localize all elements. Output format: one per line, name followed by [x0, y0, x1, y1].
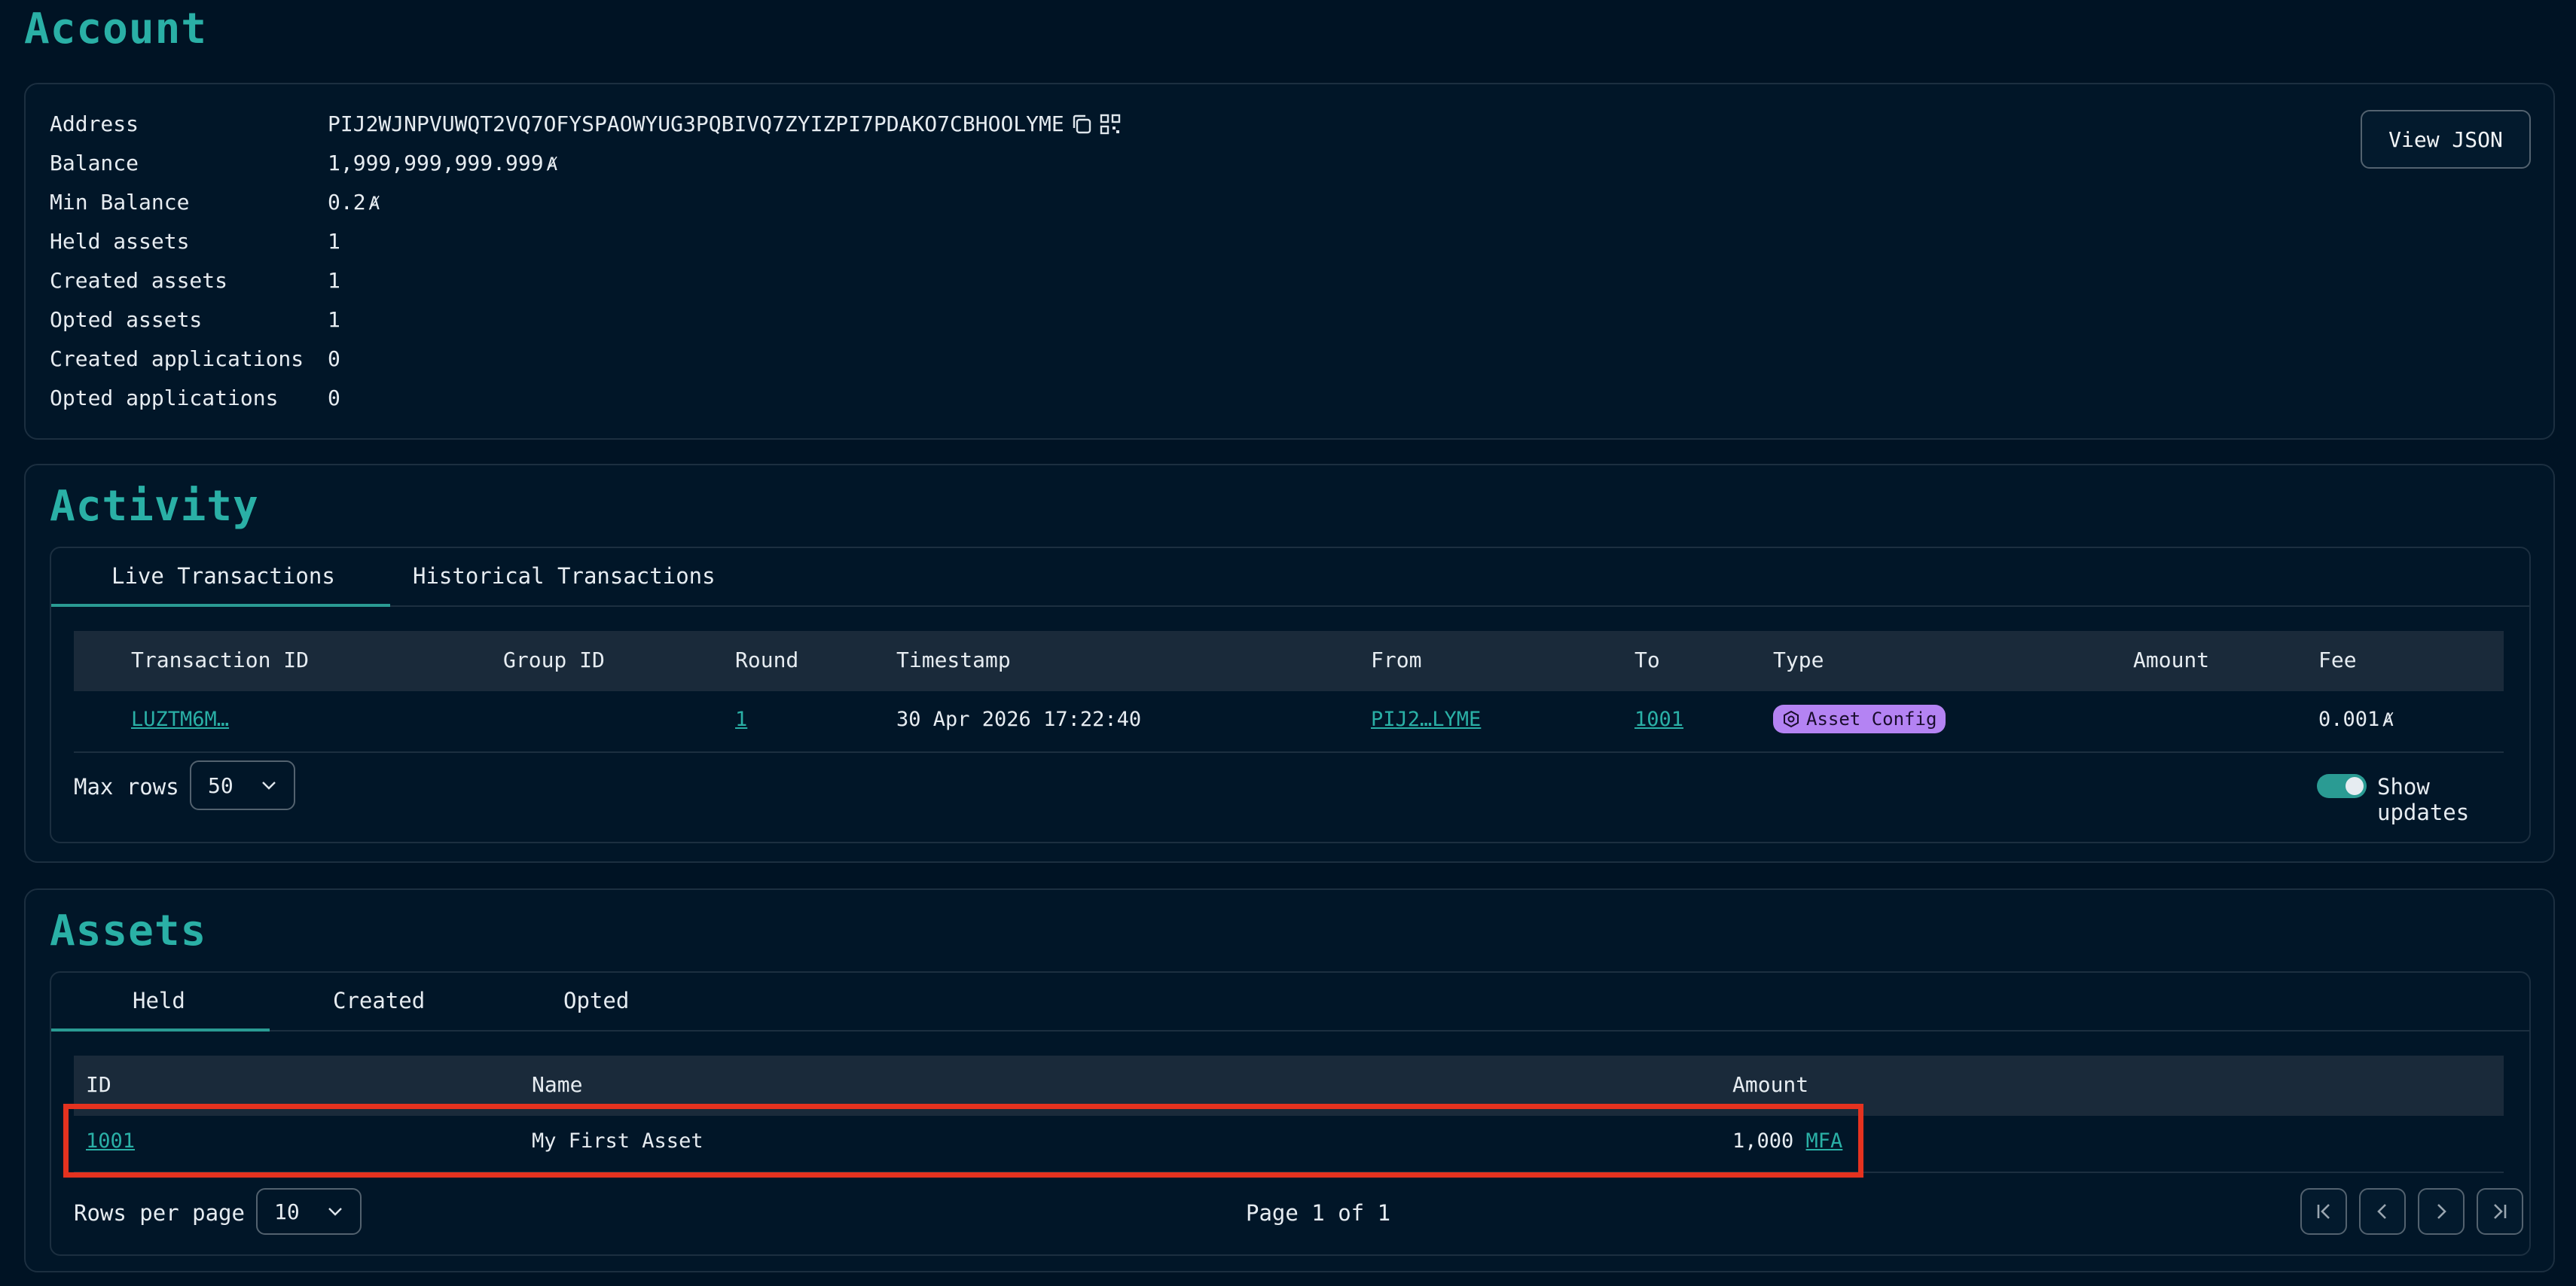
col-from: From [1371, 648, 1422, 672]
label-opted-assets: Opted assets [50, 307, 203, 332]
opted-applications-value: 0 [328, 385, 340, 410]
balance-value: 1,999,999,999.999 Ⱥ [328, 151, 558, 175]
created-assets-value: 1 [328, 268, 340, 293]
chevron-right-icon [2431, 1201, 2452, 1222]
transactions-table-header: Transaction ID Group ID Round Timestamp … [74, 631, 2504, 691]
assets-card: Assets Held Created Opted ID Name Amount… [24, 888, 2555, 1272]
first-page-icon [2313, 1201, 2334, 1222]
opted-assets-value: 1 [328, 307, 340, 332]
last-page-button[interactable] [2477, 1188, 2523, 1235]
col-group-id: Group ID [503, 648, 605, 672]
tab-live-transactions[interactable]: Live Transactions [111, 563, 335, 589]
label-opted-applications: Opted applications [50, 385, 279, 410]
active-tab-indicator [51, 1028, 270, 1032]
col-type: Type [1773, 648, 1824, 672]
algo-symbol: Ⱥ [368, 193, 380, 214]
copy-icon[interactable] [1070, 113, 1093, 136]
col-timestamp: Timestamp [896, 648, 1011, 672]
tab-opted[interactable]: Opted [563, 988, 629, 1013]
col-transaction-id: Transaction ID [131, 648, 310, 672]
fee-cell: 0.001 Ⱥ [2318, 708, 2394, 731]
row-divider [74, 751, 2504, 753]
assets-title: Assets [50, 907, 207, 955]
tab-divider [51, 1030, 2529, 1032]
rows-per-page-label: Rows per page [74, 1200, 245, 1226]
active-tab-indicator [51, 604, 390, 607]
previous-page-button[interactable] [2359, 1188, 2406, 1235]
col-to: To [1634, 648, 1660, 672]
activity-title: Activity [50, 482, 259, 531]
algo-symbol: Ⱥ [2382, 709, 2394, 730]
held-assets-value: 1 [328, 229, 340, 254]
view-json-button[interactable]: View JSON [2361, 110, 2531, 169]
col-amount: Amount [2133, 648, 2210, 672]
chevron-down-icon [261, 780, 277, 791]
table-row: LUZTM6M… 1 30 Apr 2026 17:22:40 PIJ2…LYM… [74, 691, 2504, 751]
round-link[interactable]: 1 [735, 708, 747, 731]
type-badge: Asset Config [1773, 705, 1946, 733]
activity-card: Activity Live Transactions Historical Tr… [24, 464, 2555, 863]
tab-created[interactable]: Created [333, 988, 425, 1013]
col-round: Round [735, 648, 799, 672]
asset-config-icon [1782, 710, 1800, 728]
account-card: Address PIJ2WJNPVUWQT2VQ7OFYSPAOWYUG3PQB… [24, 83, 2555, 440]
show-updates-toggle[interactable] [2317, 774, 2367, 798]
transaction-id-link[interactable]: LUZTM6M… [131, 708, 229, 731]
next-page-button[interactable] [2418, 1188, 2465, 1235]
col-amount: Amount [1732, 1072, 1809, 1097]
created-applications-value: 0 [328, 346, 340, 371]
rows-per-page-select[interactable]: 10 [256, 1188, 362, 1235]
show-updates-label: Show updates [2377, 774, 2470, 825]
label-balance: Balance [50, 151, 139, 175]
highlight-box [63, 1104, 1863, 1178]
address-text: PIJ2WJNPVUWQT2VQ7OFYSPAOWYUG3PQBIVQ7ZYIZ… [328, 111, 1064, 136]
label-address: Address [50, 111, 139, 136]
first-page-button[interactable] [2300, 1188, 2347, 1235]
to-link[interactable]: 1001 [1634, 708, 1683, 731]
chevron-down-icon [327, 1206, 343, 1217]
qr-code-icon[interactable] [1099, 113, 1122, 136]
chevron-left-icon [2372, 1201, 2393, 1222]
max-rows-label: Max rows [74, 774, 179, 800]
col-id: ID [86, 1072, 111, 1097]
page-title: Account [24, 5, 208, 53]
tab-historical-transactions[interactable]: Historical Transactions [413, 563, 716, 589]
from-link[interactable]: PIJ2…LYME [1371, 708, 1481, 731]
tab-divider [51, 605, 2529, 607]
page-indicator: Page 1 of 1 [1246, 1200, 1391, 1226]
address-value: PIJ2WJNPVUWQT2VQ7OFYSPAOWYUG3PQBIVQ7ZYIZ… [328, 111, 1122, 136]
min-balance-value: 0.2 Ⱥ [328, 190, 380, 215]
activity-tabs-panel: Live Transactions Historical Transaction… [50, 547, 2531, 843]
label-held-assets: Held assets [50, 229, 190, 254]
label-min-balance: Min Balance [50, 190, 190, 215]
algo-symbol: Ⱥ [546, 154, 558, 175]
col-name: Name [532, 1072, 583, 1097]
timestamp-cell: 30 Apr 2026 17:22:40 [896, 708, 1142, 731]
max-rows-select[interactable]: 50 [190, 760, 295, 810]
last-page-icon [2489, 1201, 2510, 1222]
tab-held[interactable]: Held [133, 988, 185, 1013]
label-created-applications: Created applications [50, 346, 304, 371]
label-created-assets: Created assets [50, 268, 228, 293]
col-fee: Fee [2318, 648, 2357, 672]
